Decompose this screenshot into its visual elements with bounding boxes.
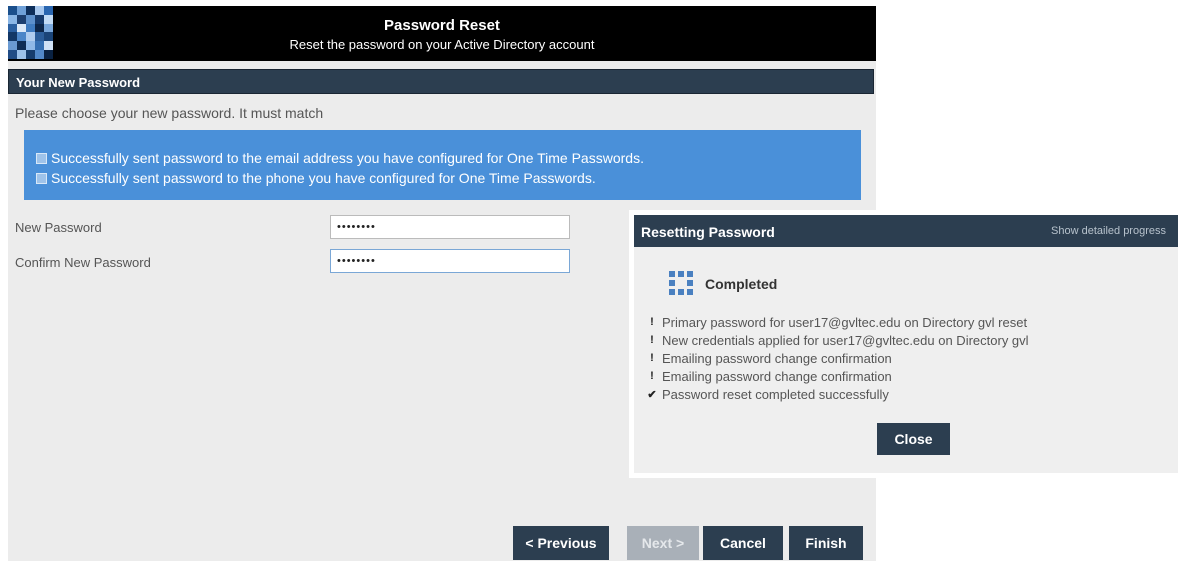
close-button[interactable]: Close — [877, 423, 950, 455]
info-message-phone: Successfully sent password to the phone … — [36, 170, 596, 186]
dialog-titlebar: Resetting Password Show detailed progres… — [634, 215, 1178, 247]
progress-steps-list: ! Primary password for user17@gvltec.edu… — [646, 313, 1029, 403]
exclamation-icon: ! — [650, 370, 654, 382]
intro-text: Please choose your new password. It must… — [15, 105, 324, 121]
step-text: Emailing password change confirmation — [662, 368, 892, 384]
exclamation-icon: ! — [650, 334, 654, 346]
section-title: Your New Password — [8, 69, 874, 94]
step-text: Primary password for user17@gvltec.edu o… — [662, 314, 1028, 330]
info-icon — [36, 152, 47, 164]
dialog-title: Resetting Password — [641, 224, 775, 240]
progress-grid-icon — [669, 271, 693, 295]
progress-step: ! Primary password for user17@gvltec.edu… — [646, 313, 1029, 331]
checkmark-icon: ✔ — [647, 388, 657, 401]
progress-step: ✔ Password reset completed successfully — [646, 385, 1029, 403]
show-detailed-progress-link[interactable]: Show detailed progress — [1051, 225, 1166, 237]
previous-button[interactable]: < Previous — [513, 526, 609, 560]
info-message-text: Successfully sent password to the email … — [51, 150, 644, 166]
step-text: Password reset completed successfully — [662, 386, 889, 402]
info-message-box: Successfully sent password to the email … — [24, 130, 861, 200]
cancel-button[interactable]: Cancel — [703, 526, 783, 560]
step-text: New credentials applied for user17@gvlte… — [662, 332, 1029, 348]
new-password-field[interactable] — [330, 215, 570, 239]
info-message-text: Successfully sent password to the phone … — [51, 170, 596, 186]
resetting-password-dialog: Resetting Password Show detailed progres… — [629, 210, 1181, 478]
next-button[interactable]: Next > — [627, 526, 699, 560]
step-text: Emailing password change confirmation — [662, 350, 892, 366]
info-message-email: Successfully sent password to the email … — [36, 150, 644, 166]
completion-status: Completed — [705, 276, 778, 292]
info-icon — [36, 172, 47, 184]
progress-step: ! New credentials applied for user17@gvl… — [646, 331, 1029, 349]
exclamation-icon: ! — [650, 316, 654, 328]
finish-button[interactable]: Finish — [789, 526, 863, 560]
new-password-label: New Password — [15, 220, 102, 235]
confirm-password-label: Confirm New Password — [15, 255, 151, 270]
confirm-password-field[interactable] — [330, 249, 570, 273]
page-title: Password Reset — [384, 17, 500, 34]
page-subtitle: Reset the password on your Active Direct… — [289, 37, 595, 52]
exclamation-icon: ! — [650, 352, 654, 364]
progress-step: ! Emailing password change confirmation — [646, 349, 1029, 367]
header-banner: Password Reset Reset the password on you… — [8, 6, 876, 61]
progress-step: ! Emailing password change confirmation — [646, 367, 1029, 385]
